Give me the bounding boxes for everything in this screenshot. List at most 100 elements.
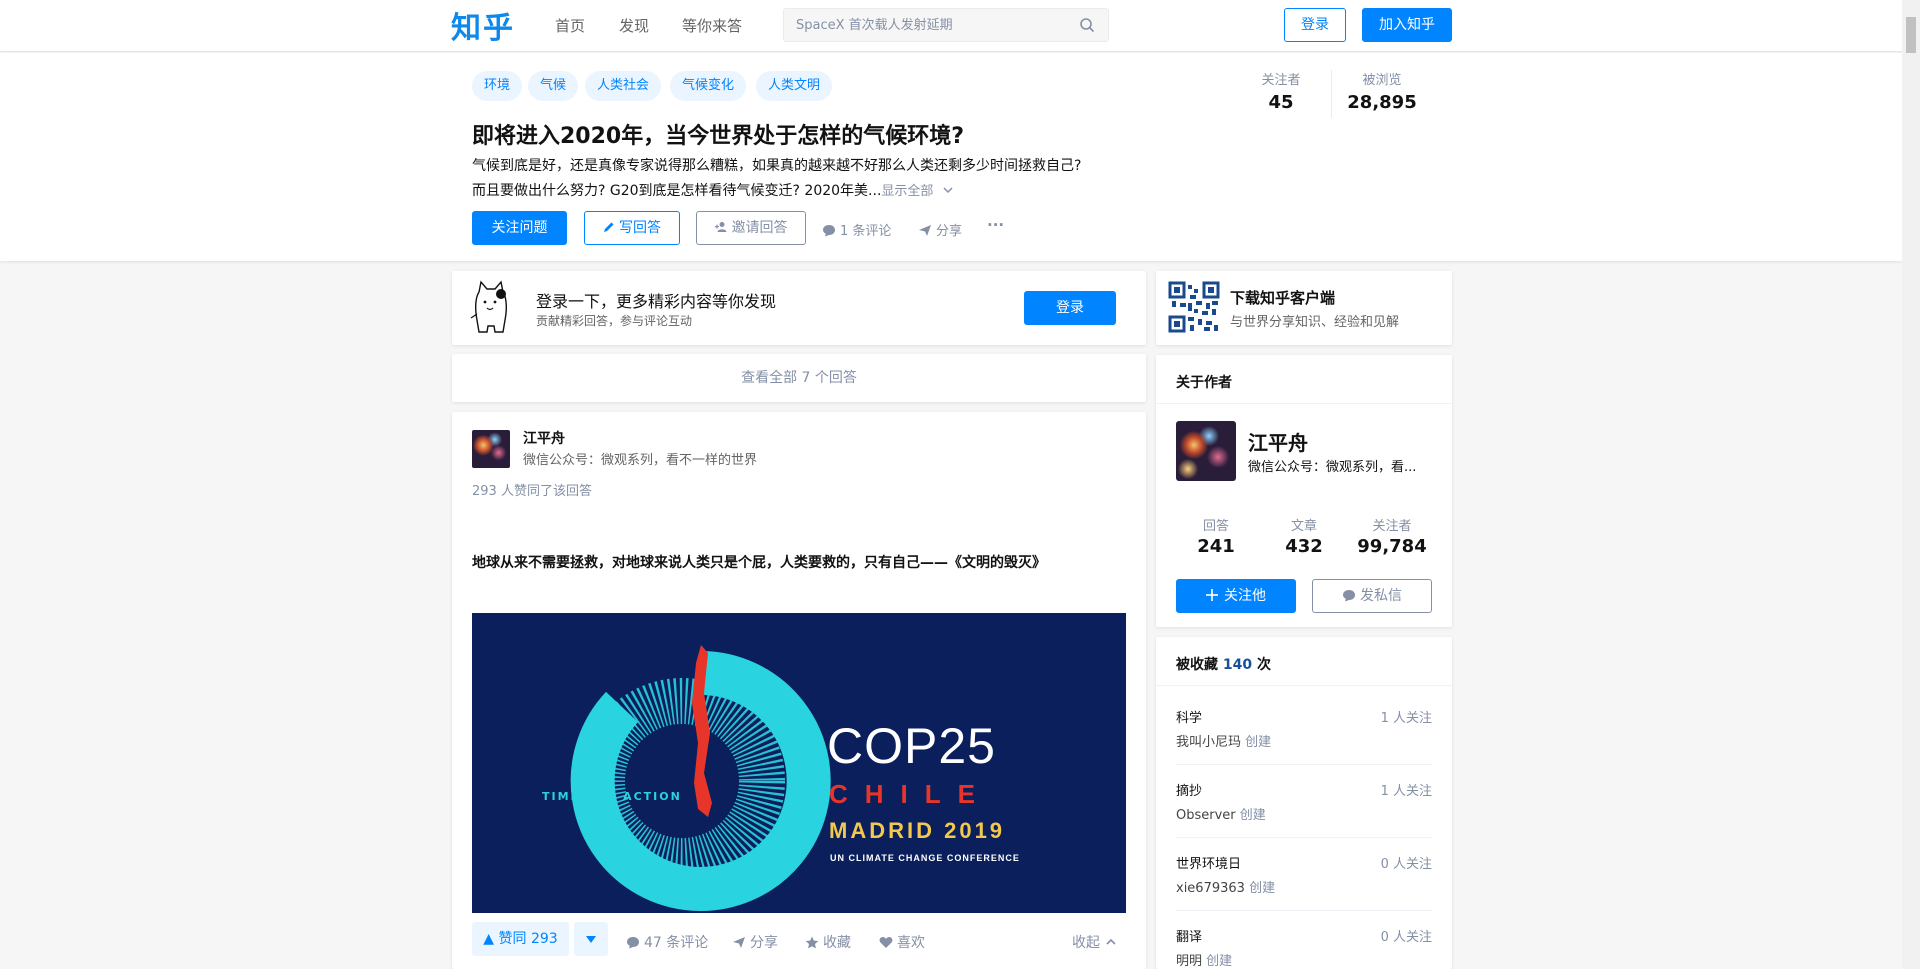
collapse-button[interactable]: 收起 [1072,932,1117,952]
topic-tag[interactable]: 人类社会 [585,71,662,101]
answer-like-label: 喜欢 [897,935,925,951]
nav-home[interactable]: 首页 [555,15,585,36]
author-stat-value[interactable]: 432 [1264,536,1344,557]
divider [1176,910,1432,911]
collection-created: 创建 [1239,808,1266,823]
pencil-icon [604,222,614,232]
author-name[interactable]: 江平舟 [523,428,565,448]
followers-count[interactable]: 45 [1250,92,1312,113]
star-icon [805,936,819,949]
stat-divider [1331,70,1332,118]
divider [1156,685,1452,686]
chevron-down-icon [943,187,953,194]
collection-creator-line: xie679363 创建 [1176,877,1275,896]
collection-name[interactable]: 科学 [1176,707,1202,726]
author-stat-value[interactable]: 99,784 [1350,536,1434,557]
image-cop-text: COP25 [827,718,996,774]
question-comments-label: 1 条评论 [840,224,892,239]
follow-author-button[interactable]: 关注他 [1176,579,1296,613]
about-author-card: 关于作者 江平舟 微信公众号：微观系列，看... 回答 241 文章 432 关… [1156,355,1452,627]
image-city-text: MADRID 2019 [829,818,1006,843]
topic-tag[interactable]: 人类文明 [756,71,833,101]
collection-creator[interactable]: 我叫小尼玛 [1176,735,1241,750]
question-share-label: 分享 [936,224,963,239]
answer-image[interactable]: TIME FOR ACTION COP25 CHILE MADRID 2019 … [472,613,1126,913]
collection-name[interactable]: 世界环境日 [1176,853,1241,872]
zhihu-logo[interactable]: 知乎 [451,3,515,47]
cop25-logo-icon [570,645,831,911]
write-answer-button[interactable]: 写回答 [584,211,680,245]
invite-answer-button[interactable]: 邀请回答 [696,211,806,245]
collapse-label: 收起 [1072,935,1100,951]
plus-icon [1206,589,1218,601]
topic-tag[interactable]: 环境 [472,71,523,101]
image-country-text: CHILE [829,779,992,809]
collection-name[interactable]: 摘抄 [1176,780,1202,799]
download-app-card[interactable]: 下载知乎客户端 与世界分享知识、经验和见解 [1156,271,1452,345]
view-all-answers-button[interactable]: 查看全部 7 个回答 [452,354,1146,402]
question-share-button[interactable]: 分享 [918,220,962,239]
show-all-label: 显示全部 [881,184,934,199]
answer-card: 江平舟 微信公众号：微观系列，看不一样的世界 293 人赞同了该回答 地球从来不… [452,412,1146,969]
collection-followers: 0 人关注 [1380,930,1432,945]
collection-creator[interactable]: xie679363 [1176,881,1245,896]
collection-created: 创建 [1249,881,1276,896]
show-all-button[interactable]: 显示全部 [881,184,953,199]
answer-comments-button[interactable]: 47 条评论 [626,932,708,952]
upvote-button[interactable]: ▲ 赞同 293 [472,922,569,956]
answer-share-button[interactable]: 分享 [732,932,778,952]
author-headline: 微信公众号：微观系列，看不一样的世界 [523,453,758,468]
nav-explore[interactable]: 发现 [619,15,649,36]
search-icon[interactable] [1079,17,1095,33]
about-author-avatar[interactable] [1176,421,1236,481]
add-person-icon [714,222,726,232]
login-prompt-subtitle: 贡献精彩回答，参与评论互动 [536,314,693,328]
collections-heading: 被收藏 140 次 [1176,654,1271,674]
download-subtitle: 与世界分享知识、经验和见解 [1230,315,1400,330]
question-comments-button[interactable]: 1 条评论 [822,220,891,239]
topic-tag[interactable]: 气候 [528,71,579,101]
invite-answer-label: 邀请回答 [731,220,788,236]
author-stat-label: 回答 [1202,519,1229,534]
question-description: 气候到底是好，还是真像专家说得那么糟糕，如果真的越来越不好那么人类还剩多少时间拯… [472,154,1132,204]
answer-collect-button[interactable]: 收藏 [805,932,851,952]
caret-down-icon [586,936,596,943]
follow-author-label: 关注他 [1224,588,1266,604]
question-title: 即将进入2020年，当今世界处于怎样的气候环境? [472,124,964,149]
login-button[interactable]: 登录 [1284,8,1346,42]
follow-question-button[interactable]: 关注问题 [472,211,567,245]
collection-name[interactable]: 翻译 [1176,926,1202,945]
more-icon[interactable]: ··· [987,216,1004,234]
author-stat-value[interactable]: 241 [1176,536,1256,557]
share-icon [733,937,745,948]
about-author-name[interactable]: 江平舟 [1248,427,1308,456]
answer-like-button[interactable]: 喜欢 [879,932,925,952]
collection-creator-line: 我叫小尼玛 创建 [1176,731,1271,750]
page-scrollbar[interactable] [1902,0,1920,969]
top-bar: 知乎 首页 发现 等你来答 登录 加入知乎 [0,0,1902,52]
downvote-button[interactable] [574,922,608,956]
join-button[interactable]: 加入知乎 [1362,8,1452,42]
collections-count: 140 [1222,657,1253,673]
collection-followers: 1 人关注 [1380,711,1432,726]
message-author-button[interactable]: 发私信 [1312,579,1432,613]
search-input[interactable] [796,9,1066,41]
collection-creator[interactable]: Observer [1176,808,1236,823]
nav-waiting[interactable]: 等你来答 [682,15,742,36]
answer-comments-label: 47 条评论 [644,935,709,951]
login-prompt-button[interactable]: 登录 [1024,291,1116,325]
image-sub-text: UN CLIMATE CHANGE CONFERENCE [830,853,1020,863]
collections-card: 被收藏 140 次 科学 1 人关注 我叫小尼玛 创建 摘抄 1 人关注 Obs… [1156,637,1452,969]
author-avatar[interactable] [472,430,510,468]
collection-created: 创建 [1245,735,1272,750]
divider [1156,403,1452,404]
author-stat-label: 文章 [1290,519,1317,534]
views-count: 28,895 [1347,92,1417,113]
question-desc-line: 而且要做出什么努力? G20到底是怎样看待气候变迁? 2020年美...显示全部 [472,179,1132,204]
scrollbar-thumb[interactable] [1906,17,1916,53]
question-desc-line: 气候到底是好，还是真像专家说得那么糟糕，如果真的越来越不好那么人类还剩多少时间拯… [472,158,1082,174]
topic-tag[interactable]: 气候变化 [670,71,747,101]
chat-icon [1343,590,1355,602]
search-box [783,8,1109,42]
collection-creator[interactable]: 明明 [1176,954,1202,969]
